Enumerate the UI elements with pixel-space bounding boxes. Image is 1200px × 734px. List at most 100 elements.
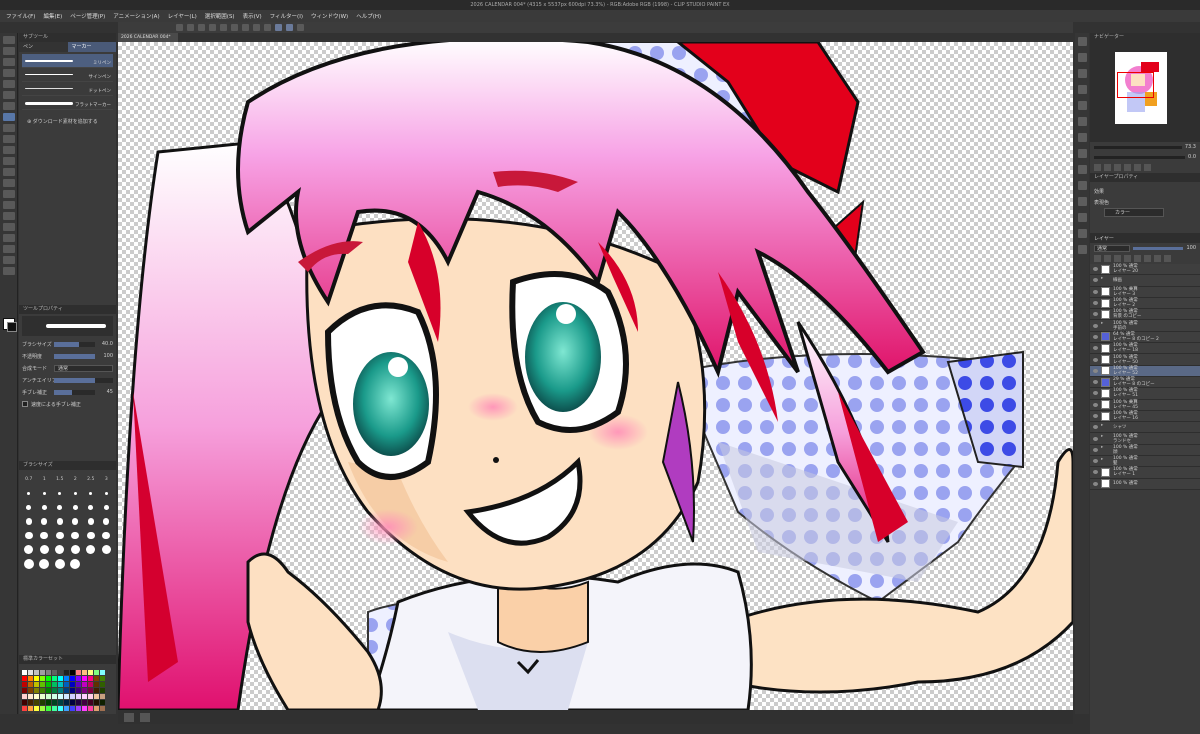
color-swatch[interactable]	[22, 670, 27, 675]
layer-row[interactable]: 100 % 乗算 レイヤー 45	[1090, 399, 1200, 411]
layer-search-icon[interactable]	[1077, 133, 1087, 142]
color-swatch[interactable]	[88, 694, 93, 699]
airbrush-icon[interactable]	[2, 146, 15, 154]
color-swatch[interactable]	[76, 706, 81, 711]
rotate-left-icon[interactable]	[1124, 164, 1131, 171]
brush-size-preset[interactable]: 0.7	[22, 474, 36, 485]
rotate-right-icon[interactable]	[1134, 164, 1141, 171]
eye-icon[interactable]	[1093, 357, 1098, 362]
brush-size-preset[interactable]	[53, 544, 67, 555]
eye-icon[interactable]	[1093, 481, 1098, 486]
color-swatch[interactable]	[82, 694, 87, 699]
figure-icon[interactable]	[2, 212, 15, 220]
color-swatch[interactable]	[46, 670, 51, 675]
eye-icon[interactable]	[1093, 289, 1098, 294]
brush-size-preset[interactable]	[38, 516, 52, 527]
color-swatch[interactable]	[100, 694, 105, 699]
eye-icon[interactable]	[1093, 391, 1098, 396]
brush-size-preset[interactable]	[84, 516, 98, 527]
frame-border-icon[interactable]	[2, 223, 15, 231]
color-swatch[interactable]	[76, 682, 81, 687]
brush-size-preset[interactable]	[100, 530, 114, 541]
brush-size-preset[interactable]	[22, 558, 36, 569]
color-swatch[interactable]	[76, 670, 81, 675]
color-swatch[interactable]	[22, 694, 27, 699]
color-swatch[interactable]	[70, 682, 75, 687]
layer-row[interactable]: ▸ 100 % 通常顔	[1090, 444, 1200, 457]
brush-size-value[interactable]: 40.0	[97, 341, 113, 347]
angle-slider[interactable]	[1094, 155, 1186, 159]
color-swatch[interactable]	[52, 694, 57, 699]
layer-row[interactable]: ▸ 線画	[1090, 275, 1200, 287]
auto-action-icon[interactable]	[1077, 101, 1087, 110]
color-swatch[interactable]	[46, 694, 51, 699]
color-swatch[interactable]	[34, 700, 39, 705]
color-swatch[interactable]	[52, 688, 57, 693]
layer-row[interactable]: 100 % 通常 レイヤー 20	[1090, 264, 1200, 276]
brush-size-preset[interactable]	[84, 544, 98, 555]
deselect-icon[interactable]	[253, 24, 260, 31]
menu-item[interactable]: アニメーション(A)	[113, 12, 159, 20]
color-swatch[interactable]	[28, 706, 33, 711]
ruler-icon[interactable]	[2, 234, 15, 242]
menu-item[interactable]: ファイル(F)	[6, 12, 35, 20]
snap-special-icon[interactable]	[286, 24, 293, 31]
layer-row[interactable]: 100 % 通常 レイヤー 2	[1090, 297, 1200, 310]
brush-size-preset[interactable]	[100, 544, 114, 555]
expression-color-select[interactable]: カラー	[1104, 208, 1164, 217]
color-swatch[interactable]	[58, 694, 63, 699]
color-swatch[interactable]	[58, 700, 63, 705]
color-swatch[interactable]	[22, 706, 27, 711]
gradient-icon[interactable]	[2, 201, 15, 209]
brush-size-preset[interactable]	[22, 502, 36, 513]
grid-toggle-icon[interactable]	[140, 712, 150, 722]
zoom-value[interactable]: 73.3	[1185, 144, 1196, 150]
color-swatch[interactable]	[64, 688, 69, 693]
brush-item[interactable]: ドットペン	[22, 82, 113, 96]
layer-row[interactable]: 100 % 通常 背景 のコピー	[1090, 309, 1200, 321]
color-swatch[interactable]	[64, 682, 69, 687]
eyedropper-icon[interactable]	[2, 102, 15, 110]
layer-row[interactable]: 100 % 通常 レイヤー 50	[1090, 354, 1200, 366]
fill-icon[interactable]	[2, 190, 15, 198]
opacity-slider[interactable]	[54, 353, 95, 359]
color-swatch[interactable]	[46, 700, 51, 705]
color-swatch[interactable]	[58, 676, 63, 681]
color-swatch[interactable]	[88, 682, 93, 687]
color-swatch[interactable]	[82, 670, 87, 675]
timeline-icon[interactable]	[1077, 69, 1087, 78]
color-swatch[interactable]	[70, 706, 75, 711]
brush-size-preset[interactable]	[69, 516, 83, 527]
color-swatch[interactable]	[58, 688, 63, 693]
color-swatch[interactable]	[52, 682, 57, 687]
color-swatch[interactable]	[22, 700, 27, 705]
eye-icon[interactable]	[1093, 459, 1098, 464]
color-swatch[interactable]	[88, 676, 93, 681]
brush-size-preset[interactable]	[69, 502, 83, 513]
menu-item[interactable]: ヘルプ(H)	[356, 12, 381, 20]
brush-size-preset[interactable]: 1	[38, 474, 52, 485]
layer-row[interactable]: 64 % 通常 レイヤー 8 のコピー 2	[1090, 331, 1200, 344]
color-swatch[interactable]	[52, 706, 57, 711]
brush-size-preset[interactable]	[53, 558, 67, 569]
color-swatch[interactable]	[40, 676, 45, 681]
opacity-value[interactable]: 100	[97, 353, 113, 359]
move-layer-icon[interactable]	[2, 69, 15, 77]
eraser-icon[interactable]	[2, 168, 15, 176]
color-swatch[interactable]	[82, 688, 87, 693]
brush-size-slider[interactable]	[54, 341, 95, 347]
color-swatch[interactable]	[100, 676, 105, 681]
color-slider-icon[interactable]	[1077, 197, 1087, 206]
eye-icon[interactable]	[1093, 267, 1098, 272]
text-tool-icon[interactable]	[2, 245, 15, 253]
menu-item[interactable]: フィルター(I)	[270, 12, 303, 20]
brush-size-preset[interactable]	[84, 530, 98, 541]
color-swatch[interactable]	[88, 700, 93, 705]
color-swatch[interactable]	[82, 700, 87, 705]
flip-icon[interactable]	[1144, 164, 1151, 171]
brush-size-preset[interactable]	[22, 544, 36, 555]
eye-icon[interactable]	[1093, 402, 1098, 407]
brush-size-preset[interactable]	[84, 502, 98, 513]
brush-size-preset[interactable]: 3	[100, 474, 114, 485]
zoom-tool-icon[interactable]	[2, 36, 15, 44]
